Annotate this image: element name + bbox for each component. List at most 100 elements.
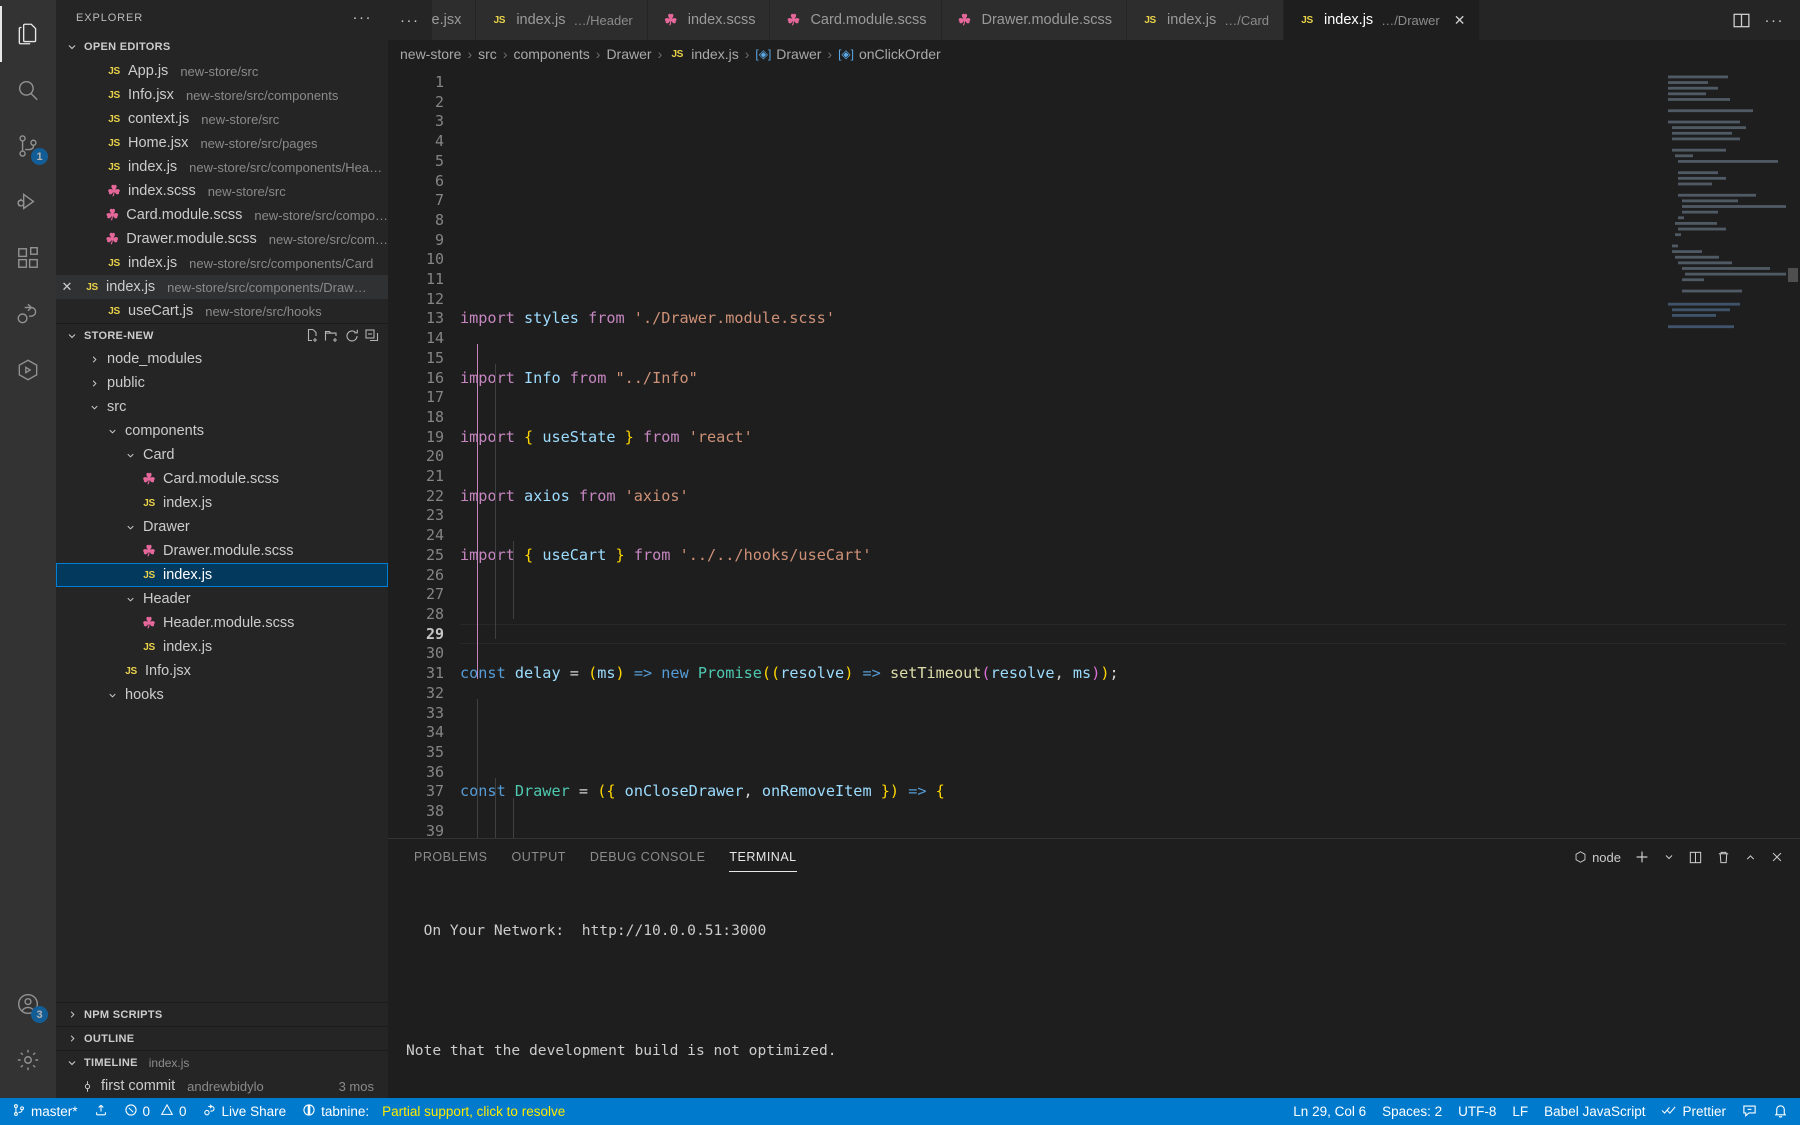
open-editor-item[interactable]: JS index.js new-store/src/components/Car… [56, 251, 388, 275]
status-live-share[interactable]: Live Share [195, 1098, 295, 1125]
tree-item-Drawer[interactable]: Drawer [56, 515, 388, 539]
close-icon[interactable]: ✕ [56, 279, 78, 295]
tab-card-index[interactable]: JS index.js …/Card [1127, 0, 1285, 40]
tree-item-Card.module.scss[interactable]: ☘ Card.module.scss [56, 467, 388, 491]
close-panel-icon[interactable] [1770, 850, 1784, 864]
tree-item-components[interactable]: components [56, 419, 388, 443]
activity-item-remote-explorer[interactable] [0, 342, 56, 398]
open-editor-item[interactable]: JS App.js new-store/src [56, 59, 388, 83]
tree-item-card-index[interactable]: JS index.js [56, 491, 388, 515]
breadcrumb-item-new-store[interactable]: new-store [400, 46, 461, 62]
editor-scrollbar-vertical[interactable] [1786, 68, 1800, 282]
sidebar-title: EXPLORER [76, 11, 144, 24]
open-editor-item[interactable]: JS index.js new-store/src/components/Hea… [56, 155, 388, 179]
tab-drawer-index-active[interactable]: JS index.js …/Drawer ✕ [1284, 0, 1481, 40]
tree-item-src[interactable]: src [56, 395, 388, 419]
activity-item-manage[interactable] [0, 1032, 56, 1088]
open-editor-item[interactable]: JS context.js new-store/src [56, 107, 388, 131]
tree-item-hooks[interactable]: hooks [56, 683, 388, 707]
activity-item-run-and-debug[interactable] [0, 174, 56, 230]
panel-tab-terminal[interactable]: TERMINAL [717, 839, 808, 875]
tab-index-scss[interactable]: ☘ index.scss [647, 0, 771, 40]
tree-item-public[interactable]: public [56, 371, 388, 395]
tab-drawer-module-scss[interactable]: ☘ Drawer.module.scss [941, 0, 1128, 40]
refresh-icon[interactable] [344, 328, 360, 344]
open-editor-item[interactable]: JS Info.jsx new-store/src/components [56, 83, 388, 107]
breadcrumb-item-drawer-folder[interactable]: Drawer [606, 46, 651, 62]
status-cursor-position[interactable]: Ln 29, Col 6 [1285, 1098, 1374, 1125]
panel-tab-debug-console[interactable]: DEBUG CONSOLE [578, 839, 718, 875]
tab-e-jsx[interactable]: e.jsx [431, 0, 477, 40]
status-tabnine-warning[interactable]: Partial support, click to resolve [382, 1104, 565, 1119]
breadcrumb-item-components[interactable]: components [513, 46, 589, 62]
section-timeline[interactable]: TIMELINE index.js [56, 1050, 388, 1074]
kill-terminal-icon[interactable] [1716, 850, 1731, 865]
tree-item-Header.module.scss[interactable]: ☘ Header.module.scss [56, 611, 388, 635]
tree-item-header-index[interactable]: JS index.js [56, 635, 388, 659]
panel-tab-output[interactable]: OUTPUT [499, 839, 577, 875]
breadcrumb-item-symbol-drawer[interactable]: [◈] Drawer [755, 46, 821, 62]
status-language-mode[interactable]: Babel JavaScript [1536, 1098, 1653, 1125]
tree-item-Drawer.module.scss[interactable]: ☘ Drawer.module.scss [56, 539, 388, 563]
sidebar-more-actions-icon[interactable]: ··· [347, 9, 379, 26]
tree-item-drawer-index-selected[interactable]: JS index.js [56, 563, 388, 587]
tabs-overflow-icon[interactable]: ··· [388, 0, 432, 40]
status-feedback[interactable] [1734, 1098, 1765, 1125]
split-editor-icon[interactable] [1732, 11, 1751, 30]
status-indentation[interactable]: Spaces: 2 [1374, 1098, 1450, 1125]
activity-item-extensions[interactable] [0, 230, 56, 286]
chevron-right-icon [64, 1009, 80, 1020]
panel-tab-problems[interactable]: PROBLEMS [402, 839, 499, 875]
timeline-entry[interactable]: first commit andrewbidylo 3 mos [56, 1074, 388, 1098]
open-editor-item-active[interactable]: ✕ JS index.js new-store/src/components/D… [56, 275, 388, 299]
new-file-icon[interactable] [304, 328, 320, 344]
status-prettier[interactable]: Prettier [1653, 1098, 1734, 1125]
status-problems[interactable]: 0 0 [116, 1098, 195, 1125]
terminal-shell-selector[interactable]: node [1574, 850, 1621, 865]
chevron-down-icon[interactable] [1663, 851, 1675, 863]
activity-item-live-share[interactable] [0, 286, 56, 342]
tab-card-module-scss[interactable]: ☘ Card.module.scss [770, 0, 942, 40]
section-outline[interactable]: OUTLINE [56, 1026, 388, 1050]
file-tree[interactable]: node_modules public src components Card … [56, 347, 388, 1002]
status-sync[interactable] [86, 1098, 116, 1125]
tree-item-Card[interactable]: Card [56, 443, 388, 467]
open-editor-item[interactable]: ☘ Drawer.module.scss new-store/src/com… [56, 227, 388, 251]
status-notifications[interactable] [1765, 1098, 1796, 1125]
open-editor-item[interactable]: JS Home.jsx new-store/src/pages [56, 131, 388, 155]
commit-icon [78, 1079, 96, 1094]
breadcrumb-item-src[interactable]: src [478, 46, 497, 62]
chevron-up-icon[interactable] [1744, 851, 1757, 864]
code-content[interactable]: import styles from './Drawer.module.scss… [460, 68, 1800, 838]
status-branch[interactable]: master* [4, 1098, 86, 1125]
status-eol[interactable]: LF [1504, 1098, 1536, 1125]
open-editor-item[interactable]: ☘ index.scss new-store/src [56, 179, 388, 203]
status-tabnine[interactable]: tabnine: Partial support, click to resol… [294, 1098, 573, 1125]
activity-item-accounts[interactable]: 3 [0, 976, 56, 1032]
activity-item-explorer[interactable] [0, 6, 56, 62]
breadcrumb-item-symbol-onclickorder[interactable]: [◈] onClickOrder [838, 46, 941, 62]
tab-header-index[interactable]: JS index.js …/Header [476, 0, 648, 40]
code-editor[interactable]: 1 2 3 4 5 6 7 8 9 10 11 12 13 14 15 16 1 [388, 68, 1800, 838]
section-npm-scripts[interactable]: NPM SCRIPTS [56, 1002, 388, 1026]
more-actions-icon[interactable]: ··· [1765, 12, 1785, 29]
open-editor-item[interactable]: ☘ Card.module.scss new-store/src/compo… [56, 203, 388, 227]
terminal-output[interactable]: On Your Network: http://10.0.0.51:3000 N… [388, 875, 1800, 1098]
section-workspace[interactable]: STORE-NEW [56, 323, 388, 347]
new-folder-icon[interactable] [324, 328, 340, 344]
new-terminal-icon[interactable] [1634, 849, 1650, 865]
status-encoding[interactable]: UTF-8 [1450, 1098, 1504, 1125]
open-editor-path: new-store/src [201, 111, 280, 127]
tab-close-icon[interactable]: ✕ [1454, 12, 1466, 29]
open-editor-item[interactable]: JS useCart.js new-store/src/hooks [56, 299, 388, 323]
tree-item-node_modules[interactable]: node_modules [56, 347, 388, 371]
split-terminal-icon[interactable] [1688, 850, 1703, 865]
breadcrumb-item-index-js[interactable]: JS index.js [668, 46, 739, 62]
tree-item-Info.jsx[interactable]: JS Info.jsx [56, 659, 388, 683]
activity-item-source-control[interactable]: 1 [0, 118, 56, 174]
collapse-all-icon[interactable] [364, 328, 380, 344]
tree-item-Header[interactable]: Header [56, 587, 388, 611]
status-eol-label: LF [1512, 1104, 1529, 1119]
activity-item-search[interactable] [0, 62, 56, 118]
section-open-editors[interactable]: OPEN EDITORS [56, 35, 388, 59]
